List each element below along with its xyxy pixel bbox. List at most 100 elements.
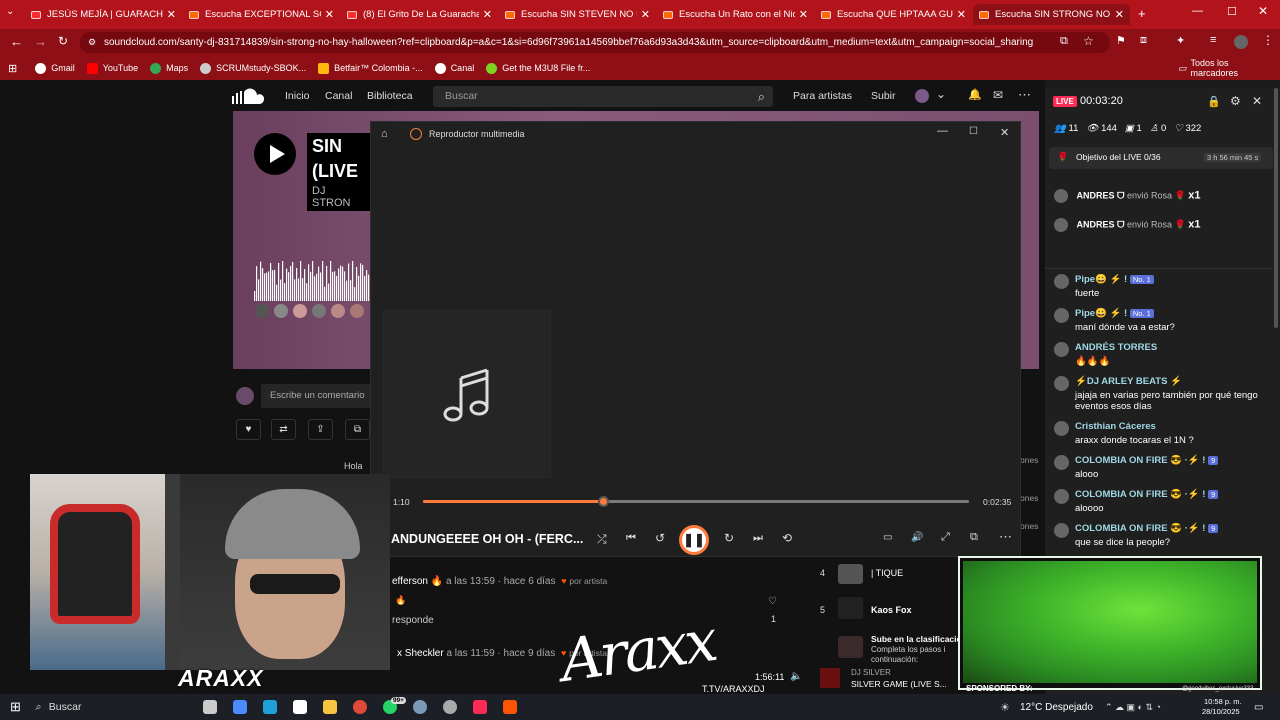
url-field[interactable]: ⚙ soundcloud.com/santy-dj-831714839/sin-… [80,32,1110,53]
captions-icon[interactable]: ▭ [883,532,892,543]
weather-text[interactable]: 12°C Despejado [1020,702,1093,713]
volume-icon[interactable]: 🔈 [790,671,802,682]
extensions-puzzle-icon[interactable]: ⧈ [1140,34,1147,47]
file-explorer-icon[interactable] [322,700,337,714]
chat-avatar[interactable] [1054,274,1069,289]
chat-avatar[interactable] [1054,455,1069,470]
chat-avatar[interactable] [1054,342,1069,357]
search-icon[interactable]: ⌕ [758,86,765,107]
commenter-avatar[interactable] [312,304,326,318]
site-info-icon[interactable]: ⚙ [88,32,96,53]
waveform[interactable] [254,261,370,321]
volume-icon[interactable]: 🔊 [911,532,923,543]
chat-username[interactable]: COLOMBIA ON FIRE 😎 ·⚡ ! [1075,523,1205,534]
repeat-off-icon[interactable]: ⟲ [782,531,792,545]
store-icon[interactable] [292,700,307,714]
edge-icon[interactable] [262,700,277,714]
bookmark-maps[interactable]: Maps [150,62,188,74]
copy-link-icon[interactable]: ⧉ [345,419,370,440]
previous-icon[interactable]: ⏮ [626,532,636,545]
browser-tab[interactable]: Escucha Un Rato con el Nico E... ✕ [657,4,814,25]
chat-username[interactable]: Cristhian Cáceres [1075,421,1156,432]
close-tab-icon[interactable]: ✕ [483,8,492,21]
close-tab-icon[interactable]: ✕ [1115,8,1124,21]
chat-avatar[interactable] [1054,489,1069,504]
browser-tab[interactable]: Escucha QUE HPTAAA GUACHA... ✕ [815,4,972,25]
more-options-icon[interactable]: ⋯ [1018,87,1031,103]
bookmark-m3u8[interactable]: Get the M3U8 File fr... [486,62,590,74]
share-icon[interactable]: ⇪ [308,419,333,440]
clock-time[interactable]: 10:58 p. m. [1204,697,1242,706]
next-icon[interactable]: ⏭ [753,532,763,545]
browser-tab[interactable]: Escucha SIN STEVEN NO HAY G... ✕ [499,4,656,25]
bookmark-betfair[interactable]: Betfair™ Colombia -... [318,62,423,74]
miniplayer-icon[interactable]: ⧉ [970,531,978,544]
chat-username[interactable]: ANDRÉS TORRES [1075,342,1157,353]
profile-avatar[interactable] [1234,35,1248,49]
track-artist[interactable]: DJ STRON [312,185,365,209]
mini-artist[interactable]: DJ SILVER [851,668,891,677]
commenter-avatar[interactable] [331,304,345,318]
rewind-10-icon[interactable]: ↺ [655,531,665,545]
seek-bar-thumb[interactable] [598,496,610,507]
task-view-icon[interactable] [202,700,217,714]
more-options-icon[interactable]: ⋯ [999,529,1012,545]
mini-track[interactable]: SILVER GAME (LIVE S... [851,679,947,689]
close-icon[interactable]: ✕ [1000,126,1009,139]
settings-gear-icon[interactable]: ⚙ [1230,94,1241,108]
reading-list-icon[interactable]: ≡ [1210,34,1216,46]
rank-avatar[interactable] [838,564,863,584]
apps-grid-icon[interactable]: ⊞ [8,62,17,75]
taskbar-search[interactable]: ⌕ Buscar [35,701,195,714]
commenter-avatar[interactable] [274,304,288,318]
comment-user[interactable]: x Sheckler [397,648,444,659]
system-tray-icons[interactable]: ⌃ ☁ ▣ ◐ ⇅ ◔ [1105,702,1161,713]
minimize-icon[interactable]: — [937,125,948,137]
reply-link[interactable]: responde [392,615,434,626]
chat-username[interactable]: COLOMBIA ON FIRE 😎 ·⚡ ! [1075,455,1205,466]
nav-feed[interactable]: Canal [325,90,352,102]
chat-avatar[interactable] [1054,376,1069,391]
user-avatar[interactable] [915,89,929,103]
soundcloud-taskbar-icon[interactable] [502,700,517,714]
notifications-bell-icon[interactable]: 🔔 [968,88,982,101]
maximize-window-button[interactable]: ☐ [1227,5,1237,18]
comment-user[interactable]: efferson [392,576,428,587]
close-window-button[interactable]: ✕ [1258,4,1268,18]
tiktok-icon[interactable] [472,700,487,714]
chat-avatar[interactable] [1054,308,1069,323]
for-artists-link[interactable]: Para artistas [793,90,852,102]
chat-scrollbar[interactable] [1274,88,1278,328]
commenter-avatar[interactable] [350,304,364,318]
hero-play-button[interactable] [254,133,296,175]
favorites-icon[interactable]: ✦ [1176,34,1185,47]
nav-home[interactable]: Inicio [285,90,310,102]
maximize-icon[interactable]: ☐ [969,126,978,137]
chat-avatar[interactable] [1054,523,1069,538]
chat-username[interactable]: ⚡DJ ARLEY BEATS ⚡ [1075,376,1182,387]
chat-avatar[interactable] [1054,421,1069,436]
commenter-avatar[interactable] [293,304,307,318]
reload-icon[interactable]: ↻ [58,34,68,48]
forward-icon[interactable]: → [34,34,47,49]
install-app-icon[interactable]: ⧉ [1060,35,1068,48]
messages-mail-icon[interactable]: ✉ [993,88,1003,102]
rank-avatar[interactable] [838,597,863,619]
gift-user[interactable]: ANDRES ᗜ [1077,190,1125,200]
bookmark-scrumstudy[interactable]: SCRUMstudy-SBOK... [200,62,306,74]
browser-tab[interactable]: Escucha EXCEPTIONAL SOUND... ✕ [183,4,340,25]
close-panel-icon[interactable]: ✕ [1252,94,1262,108]
pause-button[interactable]: ❚❚ [679,525,709,555]
lock-icon[interactable]: 🔒 [1207,95,1221,108]
bookmark-youtube[interactable]: YouTube [86,62,138,74]
browser-menu-icon[interactable]: ⋮ [1262,33,1274,47]
bookmark-star-icon[interactable]: ☆ [1083,34,1094,48]
live-goal-bar[interactable]: 🌹 Objetivo del LIVE 0/36 3 h 56 min 45 s [1049,147,1273,169]
like-heart-icon[interactable]: ♥ [236,419,261,440]
close-tab-icon[interactable]: ✕ [325,8,334,21]
gift-user[interactable]: ANDRES ᗜ [1077,219,1125,229]
forward-30-icon[interactable]: ↻ [724,531,734,545]
notifications-icon[interactable]: ▭ [1254,702,1263,713]
mini-artwork[interactable] [820,668,840,688]
chevron-down-icon[interactable]: ⌄ [936,87,946,101]
